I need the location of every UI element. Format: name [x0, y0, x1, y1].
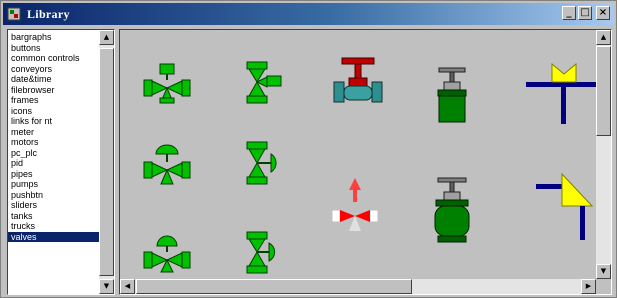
tee-pipe-butterfly-valve-icon[interactable] [524, 62, 604, 126]
list-item-common-controls[interactable]: common controls [8, 53, 100, 64]
canvas-hscroll-thumb[interactable] [136, 279, 412, 294]
list-item-filebrowser[interactable]: filebrowser [8, 85, 100, 96]
gate-valve-handwheel-icon[interactable] [435, 66, 469, 126]
maximize-button[interactable]: □ [578, 6, 592, 20]
diaphragm-valve-large-icon[interactable] [432, 176, 472, 244]
list-item-valves[interactable]: valves [8, 231, 100, 242]
canvas-horizontal-scrollbar[interactable]: ◀ ▶ [120, 279, 596, 294]
canvas-vscroll-thumb[interactable] [596, 46, 611, 136]
angle-valve-dome-actuator-icon[interactable] [245, 230, 285, 276]
window-title: Library [27, 7, 70, 21]
three-way-valve-red-flow-icon[interactable] [330, 176, 380, 234]
list-item-tanks[interactable]: tanks [8, 211, 100, 222]
library-category-list[interactable]: bargraphs buttons common controls conveyors… [7, 29, 115, 295]
angle-valve-diaphragm-icon[interactable] [245, 140, 285, 188]
three-way-valve-diaphragm-icon[interactable] [142, 142, 192, 186]
list-scroll-thumb[interactable] [99, 48, 114, 276]
list-item-links-for-nt[interactable]: links for nt [8, 116, 100, 127]
list-scroll-down-button[interactable]: ▼ [99, 279, 114, 294]
canvas-scroll-down-button[interactable]: ▼ [596, 264, 611, 279]
title-bar[interactable]: Library _ □ × [3, 3, 614, 25]
symbol-canvas: ▲ ▼ ◀ ▶ [119, 29, 612, 295]
angle-valve-square-actuator-icon[interactable] [245, 60, 285, 106]
list-item-pushbtn[interactable]: pushbtn [8, 190, 100, 201]
list-item-conveyors[interactable]: conveyors [8, 64, 100, 75]
list-item-sliders[interactable]: sliders [8, 200, 100, 211]
canvas-vertical-scrollbar[interactable]: ▲ ▼ [596, 30, 611, 279]
list-item-meter[interactable]: meter [8, 127, 100, 138]
list-item-pc-plc[interactable]: pc_plc [8, 148, 100, 159]
library-app-icon [7, 7, 21, 21]
canvas-scroll-right-button[interactable]: ▶ [581, 279, 596, 294]
globe-valve-handwheel-icon[interactable] [332, 56, 384, 110]
list-vertical-scrollbar[interactable]: ▲ ▼ [99, 30, 114, 294]
list-item-pipes[interactable]: pipes [8, 169, 100, 180]
three-way-valve-square-actuator-icon[interactable] [142, 62, 192, 104]
list-item-trucks[interactable]: trucks [8, 221, 100, 232]
close-button[interactable]: × [596, 6, 610, 20]
list-item-date-time[interactable]: date&time [8, 74, 100, 85]
list-scroll-up-button[interactable]: ▲ [99, 30, 114, 45]
canvas-scroll-up-button[interactable]: ▲ [596, 30, 611, 45]
minimize-button[interactable]: _ [562, 6, 576, 20]
list-item-motors[interactable]: motors [8, 137, 100, 148]
category-items: bargraphs buttons common controls conveyors… [8, 32, 100, 242]
list-item-pumps[interactable]: pumps [8, 179, 100, 190]
corner-pipe-check-valve-icon[interactable] [534, 172, 600, 242]
library-window: Library _ □ × bargraphs buttons common con… [0, 0, 617, 298]
list-item-icons[interactable]: icons [8, 106, 100, 117]
canvas-scroll-left-button[interactable]: ◀ [120, 279, 135, 294]
list-item-buttons[interactable]: buttons [8, 43, 100, 54]
list-item-frames[interactable]: frames [8, 95, 100, 106]
list-item-pid[interactable]: pid [8, 158, 100, 169]
scrollbar-corner [596, 279, 611, 294]
list-item-bargraphs[interactable]: bargraphs [8, 32, 100, 43]
three-way-valve-dome-actuator-icon[interactable] [142, 234, 192, 274]
